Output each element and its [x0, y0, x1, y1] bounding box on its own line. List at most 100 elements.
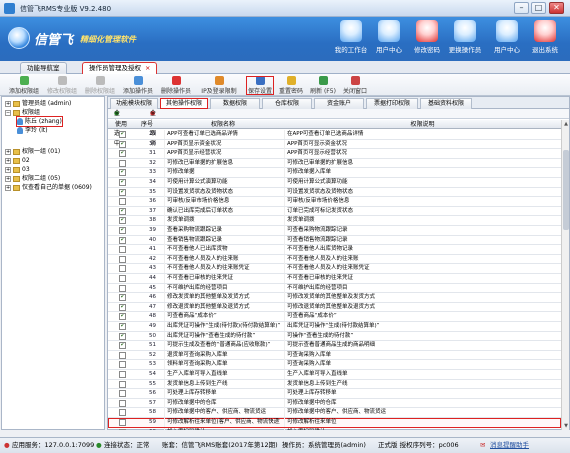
table-row[interactable]: 49 出库凭证可操作“生成(待付款)(待付款结算单)” 出库凭证可操作“生成(待付款…: [108, 322, 561, 332]
permission-checkbox[interactable]: [119, 227, 126, 234]
permission-checkbox[interactable]: [119, 255, 126, 263]
ip-limit-button[interactable]: IP及登录限制: [196, 76, 242, 95]
permission-checkbox[interactable]: [119, 323, 126, 330]
table-row[interactable]: 37 确认已出库完成后订单状态订单已完成可标记发货状态: [108, 206, 561, 217]
permission-checkbox[interactable]: [119, 236, 126, 244]
permission-checkbox[interactable]: [119, 371, 126, 378]
tree-node-group-02[interactable]: +02: [5, 156, 30, 165]
expand-icon[interactable]: +: [5, 100, 11, 107]
save-settings-button[interactable]: 保存设置: [246, 76, 274, 95]
tree-node-group-0609[interactable]: + 仅查看自己的单据 (0609): [5, 183, 92, 192]
permission-checkbox[interactable]: [119, 246, 126, 254]
table-row[interactable]: 50 出库凭证可操作“查看生成的待付款” 可操作“查看生成的待付款”: [108, 331, 561, 342]
permission-checkbox[interactable]: [119, 150, 126, 158]
tab-other-operations[interactable]: 其他操作权限: [160, 98, 208, 109]
close-tab-icon[interactable]: ×: [145, 64, 150, 72]
delete-group-button[interactable]: 删除权限组: [82, 76, 118, 95]
tab-nav-room[interactable]: 功能导航室: [20, 62, 67, 74]
scroll-thumb[interactable]: [563, 150, 569, 230]
permission-checkbox[interactable]: [119, 207, 126, 215]
close-window-tool-button[interactable]: 关闭窗口: [340, 76, 370, 95]
permission-checkbox[interactable]: [119, 303, 126, 311]
permission-checkbox[interactable]: [119, 390, 126, 398]
collapse-icon[interactable]: −: [5, 109, 11, 116]
tree-node-admin[interactable]: + 管理员组 (admin): [5, 99, 71, 108]
maximize-button[interactable]: □: [531, 2, 546, 14]
tree-node-group-03[interactable]: +03: [5, 165, 30, 174]
add-group-button[interactable]: 添加权限组: [6, 76, 42, 95]
table-row[interactable]: 56 可处理上库存转移单 可处理上库存转移单: [108, 389, 561, 399]
close-window-button[interactable]: ✕: [549, 2, 564, 14]
tab-print[interactable]: 票据打印权限: [366, 98, 418, 109]
scroll-up-icon[interactable]: ▲: [562, 120, 570, 128]
tree-node-group[interactable]: − 权限组: [5, 108, 40, 117]
message-helper-link[interactable]: 消息提醒助手: [490, 438, 529, 453]
table-row[interactable]: 47 修改退货单的其他整单及退货方式可修改退货单的其他整单及退货方式: [108, 302, 561, 313]
permission-checkbox[interactable]: [119, 428, 126, 430]
workbench-button[interactable]: 我的工作台: [334, 20, 368, 60]
table-row[interactable]: 52 退货单可查询采购入库单 可查询采购入库单: [108, 350, 561, 361]
table-row[interactable]: 53 领料单可查询采购入库单 可查询采购入库单: [108, 360, 561, 370]
table-row[interactable]: 38 发货单调拨发货单调拨: [108, 216, 561, 226]
permission-checkbox[interactable]: [119, 313, 126, 321]
table-row[interactable]: 55 发货单信息上传到生产线 发货单信息上传到生产线: [108, 379, 561, 390]
table-row[interactable]: 59 可修改解析往来单位(客户、供应商、物流快递) 可修改解析往来单位: [108, 418, 561, 428]
table-row[interactable]: 46 修改发货单的其他整单及发货方式可修改发货单的其他整单及发货方式: [108, 293, 561, 303]
tree-node-user-zhang[interactable]: 陈丘 (zhang): [16, 116, 63, 127]
permission-checkbox[interactable]: [119, 159, 126, 167]
permission-checkbox[interactable]: [119, 198, 126, 206]
tab-basic-data[interactable]: 基础资料权限: [420, 98, 472, 109]
permission-checkbox[interactable]: [119, 361, 126, 369]
permission-checkbox[interactable]: [119, 275, 126, 282]
permission-checkbox[interactable]: [119, 140, 126, 148]
permission-checkbox[interactable]: [119, 169, 126, 177]
table-row[interactable]: 54 生产入库单可导入直线单 生产入库单可导入直线单: [108, 370, 561, 380]
tab-warehouse[interactable]: 仓库权限: [262, 98, 312, 109]
minimize-button[interactable]: –: [514, 2, 529, 14]
tab-data-permissions[interactable]: 数据权限: [210, 98, 260, 109]
expand-icon[interactable]: +: [5, 166, 11, 173]
expand-icon[interactable]: +: [5, 157, 11, 164]
permission-checkbox[interactable]: [119, 409, 126, 417]
table-row[interactable]: 39 查看采购物流跟踪记录可查看采购物流跟踪记录: [108, 226, 561, 236]
permission-checkbox[interactable]: [119, 380, 126, 388]
refresh-button[interactable]: 刷新 (F5): [308, 76, 338, 95]
table-row[interactable]: 44 不可查看已审核的往来凭证 不可查看已审核的往来凭证: [108, 274, 561, 284]
table-row[interactable]: 45 不可维护出库的经营项目 不可维护出库的经营项目: [108, 283, 561, 294]
add-operator-button[interactable]: 添加操作员: [120, 76, 156, 95]
permission-checkbox[interactable]: [119, 284, 126, 292]
permission-checkbox[interactable]: [119, 217, 126, 225]
grid-scrollbar[interactable]: ▲ ▼: [561, 120, 569, 430]
permission-checkbox[interactable]: [119, 265, 126, 273]
table-row[interactable]: 34 可使用计算公式演算功能可使用计算公式演算功能: [108, 178, 561, 188]
table-row[interactable]: 41 不可查看他人已出库货物 不可查看他人出库货物记录: [108, 245, 561, 255]
table-row[interactable]: 51 可提示生成及查看的“普通商品(应收账款)” 可提示查看普通商品生成的商品明细: [108, 341, 561, 351]
expand-icon[interactable]: +: [5, 148, 11, 155]
table-row[interactable]: 48 可查看商品“成本价” 可查看商品“成本价”: [108, 312, 561, 322]
permission-checkbox[interactable]: [119, 351, 126, 359]
permission-checkbox[interactable]: [119, 179, 126, 186]
permission-checkbox[interactable]: [119, 419, 126, 426]
table-row[interactable]: 30 APP首页显示资金状况 APP首页可显示资金状况: [108, 139, 561, 150]
change-password-button[interactable]: 修改密码: [410, 20, 444, 60]
table-row[interactable]: 29 APP可查看订单已选商品详情在APP可查看订单已选商品详情: [108, 130, 561, 140]
table-row[interactable]: 35 可设置发货状态及货物状态可设置发货状态及货物状态: [108, 187, 561, 198]
delete-operator-button[interactable]: 删除操作员: [158, 76, 194, 95]
expand-icon[interactable]: +: [5, 184, 11, 191]
switch-operator-button[interactable]: 更换操作员: [448, 20, 482, 60]
table-row[interactable]: 43 不可查看他人员及人的往来账凭证 不可查看他人员及人的往来账凭证: [108, 264, 561, 274]
table-row[interactable]: 58 可修改单据中的客户、供应商、物流货运 可修改单据中的客户、供应商、物流货运: [108, 408, 561, 418]
table-row[interactable]: 42 不可查看他人员及人的往来账 不可查看他人员及人的往来账: [108, 254, 561, 265]
table-row[interactable]: 33 可修改单据可修改单据入库单: [108, 168, 561, 178]
edit-group-button[interactable]: 修改权限组: [44, 76, 80, 95]
table-row[interactable]: 31 APP首页显示经营状况 APP首页可显示经营状况: [108, 149, 561, 159]
table-row[interactable]: 57 可修改单据中的仓库 可修改单据中的仓库: [108, 398, 561, 409]
permission-checkbox[interactable]: [119, 342, 126, 350]
tree-node-user-lt[interactable]: 李玲 (lt): [17, 126, 48, 135]
tab-function-modules[interactable]: 功能模块权限: [110, 98, 158, 109]
permission-checkbox[interactable]: [119, 332, 126, 340]
table-row[interactable]: 36 可审核/反审市场价格信息 可审核/反审市场价格信息: [108, 197, 561, 207]
user-center-button[interactable]: 用户中心: [372, 20, 406, 60]
table-row[interactable]: 60 加入库扫码确认 加入库扫码确认: [108, 427, 561, 430]
permission-checkbox[interactable]: [119, 294, 126, 302]
